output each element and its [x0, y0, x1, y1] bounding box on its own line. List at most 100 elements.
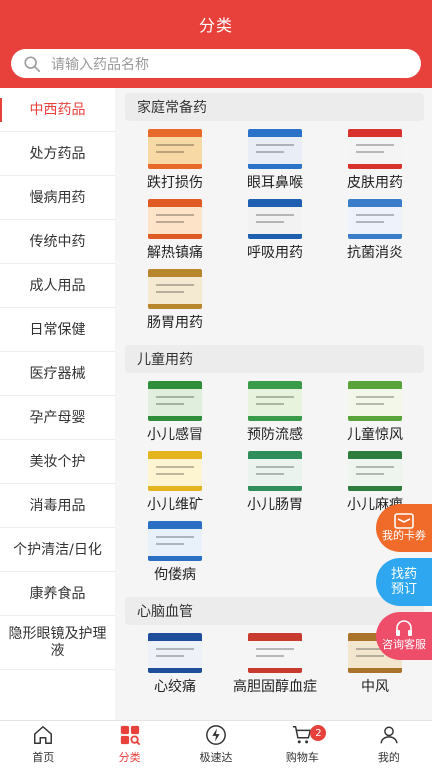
package-graphic — [156, 396, 194, 398]
package-graphic — [356, 403, 384, 405]
product-grid: 小儿感冒 预防流感 儿童惊风 小儿维矿 小儿肠胃 小儿麻痹 佝偻病 — [125, 381, 424, 591]
package-graphic — [148, 269, 202, 277]
subcategory-item[interactable]: 眼耳鼻喉 — [225, 129, 325, 199]
tab-home[interactable]: 首页 — [0, 721, 86, 768]
package-graphic — [348, 129, 402, 137]
sidebar-item-personal-cleaning[interactable]: 个护清洁/日化 — [0, 528, 115, 572]
package-graphic — [248, 486, 302, 491]
subcategory-item[interactable]: 解热镇痛 — [125, 199, 225, 269]
product-image — [348, 381, 402, 421]
package-graphic — [256, 151, 284, 153]
product-image — [348, 129, 402, 169]
subcategory-item[interactable]: 心绞痛 — [125, 633, 225, 711]
subcategory-label: 呼吸用药 — [247, 245, 303, 261]
package-graphic — [148, 199, 202, 207]
product-image — [148, 381, 202, 421]
sidebar-item-label: 个护清洁/日化 — [13, 541, 102, 558]
subcategory-item[interactable]: 高胆固醇血症 — [225, 633, 325, 711]
subcategory-label: 小儿维矿 — [147, 497, 203, 513]
subcategory-label: 小儿感冒 — [147, 427, 203, 443]
tab-cart[interactable]: 2 购物车 — [259, 721, 345, 768]
page-title: 分类 — [198, 16, 233, 35]
tab-express[interactable]: 极速达 — [173, 721, 259, 768]
sidebar-item-chronic[interactable]: 慢病用药 — [0, 176, 115, 220]
package-graphic — [348, 486, 402, 491]
package-graphic — [148, 556, 202, 561]
headset-icon — [396, 620, 412, 636]
package-graphic — [148, 486, 202, 491]
subcategory-label: 高胆固醇血症 — [233, 679, 317, 695]
subcategory-label: 眼耳鼻喉 — [247, 175, 303, 191]
package-graphic — [156, 144, 194, 146]
sidebar-item-contact-lens[interactable]: 隐形眼镜及护理液 — [0, 616, 115, 670]
section-title: 心脑血管 — [125, 597, 424, 625]
cart-badge: 2 — [310, 725, 327, 741]
sidebar-item-label: 消毒用品 — [29, 497, 86, 514]
package-graphic — [356, 655, 384, 657]
tab-mine[interactable]: 我的 — [346, 721, 432, 768]
package-graphic — [256, 403, 284, 405]
sidebar-item-prescription[interactable]: 处方药品 — [0, 132, 115, 176]
package-graphic — [348, 451, 402, 459]
package-graphic — [348, 234, 402, 239]
package-graphic — [148, 381, 202, 389]
package-graphic — [356, 214, 394, 216]
package-graphic — [156, 403, 184, 405]
tab-home-label: 首页 — [32, 751, 55, 764]
my-coupons-button[interactable]: 我的卡券 — [376, 504, 432, 552]
package-graphic — [156, 284, 194, 286]
package-graphic — [156, 473, 184, 475]
package-graphic — [248, 129, 302, 137]
sidebar-item-health-food[interactable]: 康养食品 — [0, 572, 115, 616]
subcategory-label: 皮肤用药 — [347, 175, 403, 191]
package-graphic — [256, 144, 294, 146]
sidebar-item-health-care[interactable]: 日常保健 — [0, 308, 115, 352]
subcategory-item[interactable]: 佝偻病 — [125, 521, 225, 591]
subcategory-item[interactable]: 呼吸用药 — [225, 199, 325, 269]
subcategory-label: 儿童惊风 — [347, 427, 403, 443]
package-graphic — [356, 396, 394, 398]
tab-mine-label: 我的 — [377, 751, 400, 764]
product-image — [248, 129, 302, 169]
subcategory-item[interactable]: 皮肤用药 — [325, 129, 425, 199]
sidebar-item-medical-devices[interactable]: 医疗器械 — [0, 352, 115, 396]
search-placeholder[interactable]: 请输入药品名称 — [51, 54, 149, 74]
subcategory-item[interactable]: 小儿维矿 — [125, 451, 225, 521]
product-image — [248, 199, 302, 239]
subcategory-label: 预防流感 — [247, 427, 303, 443]
package-graphic — [148, 416, 202, 421]
subcategory-item[interactable]: 抗菌消炎 — [325, 199, 425, 269]
sidebar-item-beauty[interactable]: 美妆个护 — [0, 440, 115, 484]
package-graphic — [148, 668, 202, 673]
sidebar-item-traditional[interactable]: 传统中药 — [0, 220, 115, 264]
package-graphic — [248, 199, 302, 207]
package-graphic — [148, 234, 202, 239]
find-medicine-order-button[interactable]: 找药预订 — [376, 558, 432, 606]
home-icon — [34, 726, 53, 744]
tab-category[interactable]: 分类 — [86, 721, 172, 768]
sidebar-item-western-chinese-medicine[interactable]: 中西药品 — [0, 88, 115, 132]
sidebar-item-maternity[interactable]: 孕产母婴 — [0, 396, 115, 440]
search-bar[interactable]: 请输入药品名称 — [11, 49, 421, 78]
sidebar-item-label: 日常保健 — [29, 321, 86, 338]
sidebar-item-disinfection[interactable]: 消毒用品 — [0, 484, 115, 528]
subcategory-item[interactable]: 预防流感 — [225, 381, 325, 451]
subcategory-item[interactable]: 小儿感冒 — [125, 381, 225, 451]
package-graphic — [156, 221, 184, 223]
find-medicine-order-label: 找药预订 — [390, 567, 417, 597]
subcategory-item[interactable]: 肠胃用药 — [125, 269, 225, 339]
subcategory-item[interactable]: 小儿肠胃 — [225, 451, 325, 521]
sidebar-item-label: 美妆个护 — [29, 453, 86, 470]
sidebar-item-label: 处方药品 — [29, 145, 86, 162]
product-image — [248, 633, 302, 673]
subcategory-item[interactable]: 儿童惊风 — [325, 381, 425, 451]
sidebar-item-adult[interactable]: 成人用品 — [0, 264, 115, 308]
package-graphic — [148, 633, 202, 641]
package-graphic — [248, 451, 302, 459]
subcategory-label: 心绞痛 — [154, 679, 196, 695]
subcategory-item[interactable]: 跌打损伤 — [125, 129, 225, 199]
package-graphic — [256, 396, 294, 398]
product-image — [348, 199, 402, 239]
customer-service-button[interactable]: 咨询客服 — [376, 612, 432, 660]
subcategory-label: 佝偻病 — [154, 567, 196, 583]
